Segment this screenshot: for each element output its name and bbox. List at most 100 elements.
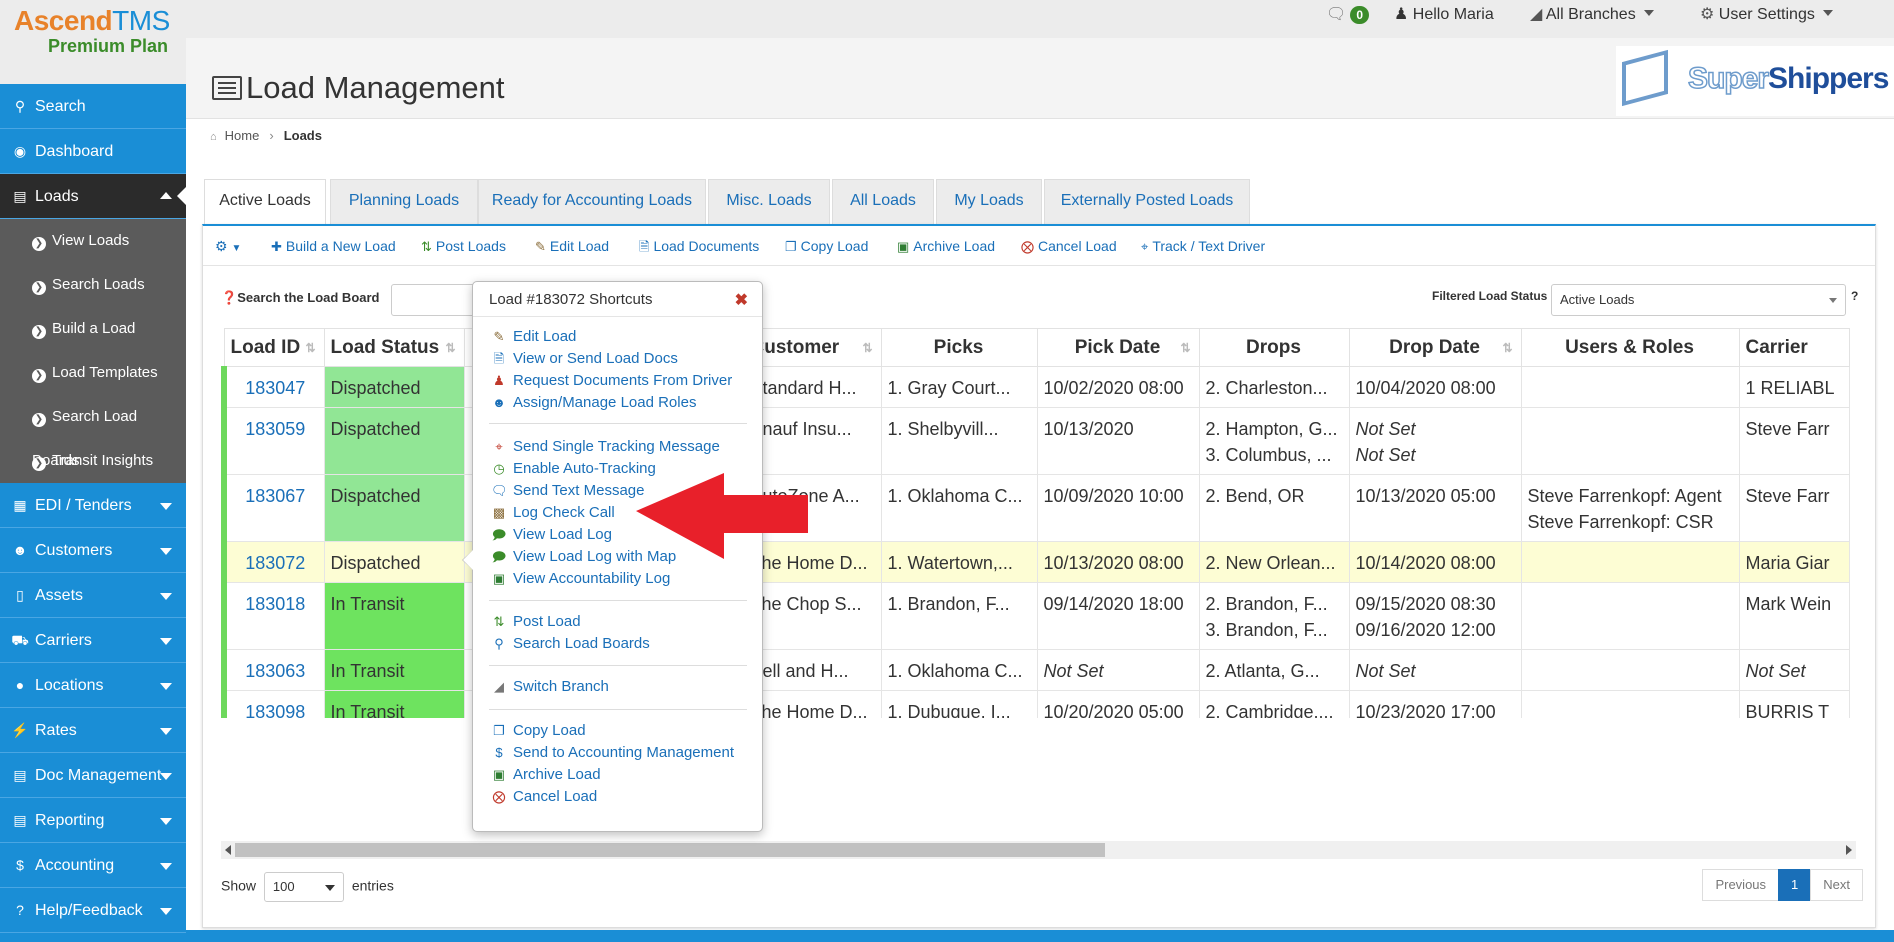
sidebar-sub-transit-insights[interactable]: ❯ Transit Insights <box>0 439 186 483</box>
popup-assign-load-roles[interactable]: ☻ Assign/Manage Load Roles <box>491 394 696 411</box>
branches-dropdown[interactable]: ◢ All Branches <box>1530 0 1654 30</box>
table-row[interactable]: 183063 In Transit Bell and H... 1. Oklahoma… <box>221 649 1850 691</box>
tab-externally-posted[interactable]: Externally Posted Loads <box>1044 179 1250 225</box>
next-button[interactable]: Next <box>1810 869 1863 901</box>
sidebar-item-rates[interactable]: ⚡ Rates <box>0 708 186 753</box>
load-id-link[interactable]: 183059 <box>221 407 325 475</box>
tab-ready-for-accounting[interactable]: Ready for Accounting Loads <box>478 179 706 225</box>
sidebar-item-search[interactable]: ⚲ Search <box>0 84 186 129</box>
tab-planning-loads[interactable]: Planning Loads <box>330 179 478 225</box>
breadcrumb-home[interactable]: Home <box>225 128 260 143</box>
tab-active-loads[interactable]: Active Loads <box>204 179 326 226</box>
scroll-right-arrow[interactable] <box>1846 845 1852 855</box>
col-carrier[interactable]: Carrier <box>1738 328 1850 367</box>
sidebar-item-customers[interactable]: ☻ Customers <box>0 528 186 573</box>
load-documents-button[interactable]: 🗎 Load Documents <box>639 238 759 260</box>
sidebar-item-dashboard[interactable]: ◉ Dashboard <box>0 129 186 174</box>
popup-post-load[interactable]: ⇅ Post Load <box>491 613 581 630</box>
brand-logo[interactable]: AscendTMS Premium Plan <box>0 0 186 84</box>
col-picks[interactable]: Picks <box>880 328 1038 367</box>
load-id-link[interactable]: 183098 <box>221 690 325 718</box>
sidebar-item-carriers[interactable]: ⛟ Carriers <box>0 618 186 663</box>
search-input[interactable] <box>391 284 481 316</box>
sidebar-item-accounting[interactable]: $ Accounting <box>0 843 186 888</box>
chat-button[interactable]: 🗨 0 <box>1326 0 1369 30</box>
popup-switch-branch[interactable]: ◢ Switch Branch <box>491 678 609 695</box>
customer-cell: The Chop S... <box>743 582 882 650</box>
copy-load-button[interactable]: ❐ Copy Load <box>785 238 868 255</box>
popup-edit-load[interactable]: ✎ Edit Load <box>491 328 577 345</box>
toolbar-settings-button[interactable]: ⚙ ▼ <box>215 238 241 255</box>
col-load-status[interactable]: Load Status ⇅ <box>323 328 465 367</box>
load-id-link[interactable]: 183018 <box>221 582 325 650</box>
sidebar: AscendTMS Premium Plan ⚲ Search ◉ Dashboar… <box>0 0 186 942</box>
popup-log-check-call[interactable]: ▩ Log Check Call <box>491 504 615 521</box>
edit-load-button[interactable]: ✎ Edit Load <box>535 238 609 255</box>
popup-search-load-boards[interactable]: ⚲ Search Load Boards <box>491 635 650 652</box>
sidebar-item-help-feedback[interactable]: ? Help/Feedback <box>0 888 186 933</box>
tab-my-loads[interactable]: My Loads <box>936 179 1042 225</box>
col-pick-date[interactable]: Pick Date ⇅ <box>1036 328 1200 367</box>
tab-misc-loads[interactable]: Misc. Loads <box>708 179 830 225</box>
table-row[interactable]: 183047 Dispatched Standard H... 1. Gray Cou… <box>221 366 1850 408</box>
user-settings-dropdown[interactable]: ⚙ User Settings <box>1700 0 1833 30</box>
popup-view-send-docs[interactable]: 🗎 View or Send Load Docs <box>491 350 678 372</box>
popup-request-docs-driver[interactable]: ♟ Request Documents From Driver <box>491 372 732 389</box>
scrollbar-thumb[interactable] <box>235 843 1105 857</box>
user-menu[interactable]: ♟ Hello Maria <box>1394 0 1494 30</box>
load-id-link[interactable]: 183047 <box>221 366 325 408</box>
sidebar-item-reporting[interactable]: ▤ Reporting <box>0 798 186 843</box>
sidebar-sub-load-templates[interactable]: ❯ Load Templates <box>0 351 186 395</box>
col-drop-date[interactable]: Drop Date ⇅ <box>1348 328 1522 367</box>
popup-enable-auto-tracking[interactable]: ◷ Enable Auto-Tracking <box>491 460 656 477</box>
load-id-link[interactable]: 183063 <box>221 649 325 691</box>
previous-button[interactable]: Previous <box>1702 869 1780 901</box>
col-customer[interactable]: Customer ⇅ <box>743 328 882 367</box>
track-text-driver-button[interactable]: ⌖ Track / Text Driver <box>1141 238 1265 255</box>
sidebar-item-locations[interactable]: ● Locations <box>0 663 186 708</box>
sidebar-sub-view-loads[interactable]: ❯ View Loads <box>0 219 186 263</box>
table-row[interactable]: 183059 Dispatched Knauf Insu... 1. Shelbyvi… <box>221 407 1850 475</box>
archive-load-button[interactable]: ▣ Archive Load <box>897 238 995 255</box>
popup-view-accountability-log[interactable]: ▣ View Accountability Log <box>491 570 670 587</box>
sidebar-item-edi-tenders[interactable]: ▦ EDI / Tenders <box>0 483 186 528</box>
col-load-id[interactable]: Load ID ⇅ <box>223 328 325 367</box>
load-status-filter-select[interactable]: Active Loads <box>1551 284 1846 316</box>
page-1-button[interactable]: 1 <box>1778 869 1812 901</box>
chevron-circle-icon: ❯ <box>32 325 46 339</box>
table-row[interactable]: 183067DispatchedAutoZone A...1. Oklahoma… <box>221 474 1850 542</box>
popup-copy-load[interactable]: ❐ Copy Load <box>491 722 585 739</box>
popup-send-tracking-message[interactable]: ⌖ Send Single Tracking Message <box>491 438 719 455</box>
sidebar-sub-search-load-boards[interactable]: ❯Search Load Boards <box>0 395 186 469</box>
sidebar-item-doc-management[interactable]: ▤ Doc Management <box>0 753 186 798</box>
pick-date-cell: 09/14/2020 18:00 <box>1036 582 1200 650</box>
question-circle-icon[interactable]: ? <box>1851 289 1858 303</box>
table-row[interactable]: 183018 In Transit The Chop S... 1. Brandon,… <box>221 582 1850 650</box>
load-id-link[interactable]: 183067 <box>221 474 325 542</box>
dashboard-icon: ◉ <box>13 143 27 159</box>
sidebar-item-assets[interactable]: ▯ Assets <box>0 573 186 618</box>
popup-send-to-accounting[interactable]: $ Send to Accounting Management <box>491 744 734 761</box>
popup-archive-load[interactable]: ▣ Archive Load <box>491 766 601 783</box>
load-id-link[interactable]: 183072 <box>221 541 325 583</box>
page-size-select[interactable]: 100 <box>263 872 344 902</box>
popup-view-load-log[interactable]: 🗩 View Load Log <box>491 526 612 548</box>
build-new-load-button[interactable]: ✚ Build a New Load <box>271 238 396 255</box>
table-row[interactable]: 183098 In Transit The Home D... 1. Dubuque,… <box>221 690 1850 718</box>
post-loads-button[interactable]: ⇅ Post Loads <box>421 238 506 255</box>
popup-send-text-message[interactable]: 🗨 Send Text Message <box>491 482 644 499</box>
sidebar-item-label: Assets <box>35 587 84 604</box>
col-drops[interactable]: Drops <box>1198 328 1350 367</box>
col-users-roles[interactable]: Users & Roles <box>1520 328 1740 367</box>
sidebar-item-loads[interactable]: ▤ Loads <box>0 174 186 219</box>
cancel-load-button[interactable]: ⨂ Cancel Load <box>1021 238 1117 255</box>
sidebar-sub-search-loads[interactable]: ❯ Search Loads <box>0 263 186 307</box>
tab-all-loads[interactable]: All Loads <box>832 179 934 225</box>
close-icon[interactable]: ✖ <box>735 290 748 310</box>
cell-line: 2. Cambridge,... <box>1205 702 1334 718</box>
scroll-left-arrow[interactable] <box>225 845 231 855</box>
horizontal-scrollbar[interactable] <box>221 841 1856 859</box>
popup-cancel-load[interactable]: ⨂ Cancel Load <box>491 788 598 805</box>
search-icon: ⚲ <box>494 636 504 651</box>
sidebar-sub-build-load[interactable]: ❯ Build a Load <box>0 307 186 351</box>
